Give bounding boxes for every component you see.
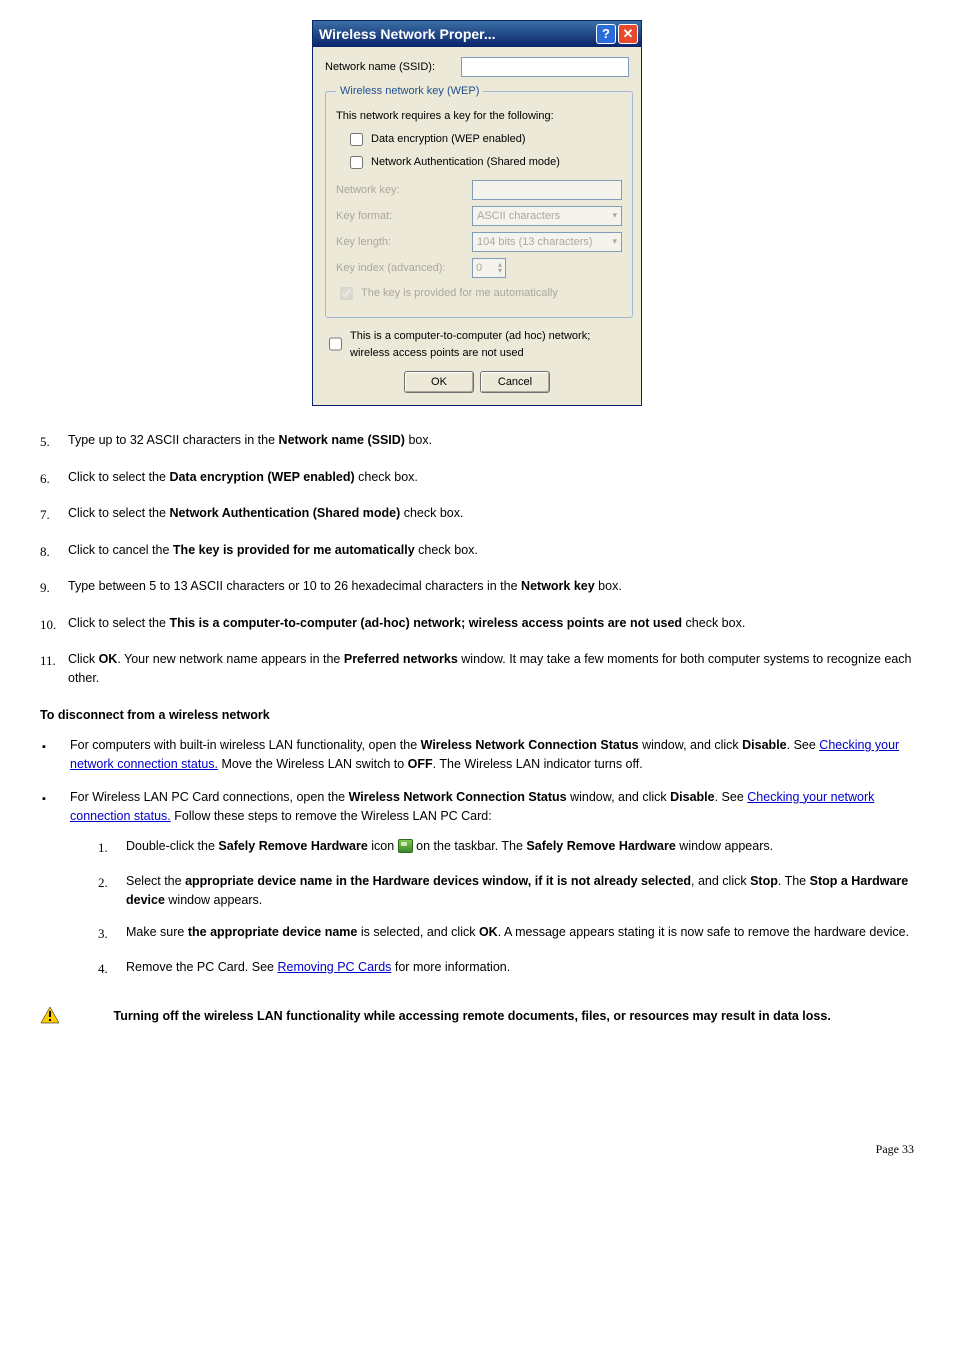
- substep-text: Make sure the appropriate device name is…: [126, 923, 914, 944]
- dialog-screenshot: Wireless Network Proper... ? ✕ Network n…: [40, 20, 914, 406]
- bullet-list: ▪For computers with built-in wireless LA…: [42, 736, 914, 992]
- instruction-item: 5.Type up to 32 ASCII characters in the …: [40, 431, 914, 452]
- substep-number: 3.: [98, 923, 126, 944]
- cancel-button[interactable]: Cancel: [480, 371, 550, 393]
- tray-icon: [398, 839, 413, 853]
- requires-text: This network requires a key for the foll…: [336, 108, 622, 125]
- key-format-select: ASCII characters ▾: [472, 206, 622, 226]
- step-number: 11.: [40, 650, 68, 688]
- substep-number: 2.: [98, 872, 126, 910]
- disconnect-heading: To disconnect from a wireless network: [40, 706, 914, 725]
- instruction-item: 9.Type between 5 to 13 ASCII characters …: [40, 577, 914, 598]
- step-text: Click to select the Data encryption (WEP…: [68, 468, 914, 489]
- key-index-spinner: 0 ▴▾: [472, 258, 506, 278]
- instruction-item: 10.Click to select the This is a compute…: [40, 614, 914, 635]
- close-button[interactable]: ✕: [618, 24, 638, 44]
- step-number: 5.: [40, 431, 68, 452]
- ssid-label: Network name (SSID):: [325, 59, 455, 76]
- bullet-item: ▪For computers with built-in wireless LA…: [42, 736, 914, 774]
- substep-text: Double-click the Safely Remove Hardware …: [126, 837, 914, 858]
- instruction-item: 6.Click to select the Data encryption (W…: [40, 468, 914, 489]
- wep-legend: Wireless network key (WEP): [336, 83, 483, 100]
- substep-text: Remove the PC Card. See Removing PC Card…: [126, 958, 914, 979]
- network-auth-checkbox[interactable]: [350, 156, 363, 169]
- network-key-label: Network key:: [336, 182, 466, 199]
- step-number: 9.: [40, 577, 68, 598]
- network-key-input: [472, 180, 622, 200]
- key-format-label: Key format:: [336, 208, 466, 225]
- ok-button[interactable]: OK: [404, 371, 474, 393]
- instruction-list: 5.Type up to 32 ASCII characters in the …: [40, 431, 914, 688]
- step-text: Click to cancel the The key is provided …: [68, 541, 914, 562]
- warning-text: Turning off the wireless LAN functionali…: [113, 1009, 830, 1023]
- step-number: 10.: [40, 614, 68, 635]
- step-text: Type up to 32 ASCII characters in the Ne…: [68, 431, 914, 452]
- auto-key-label: The key is provided for me automatically: [361, 285, 558, 302]
- chevron-down-icon: ▾: [612, 209, 617, 223]
- substep-item: 2.Select the appropriate device name in …: [98, 872, 914, 910]
- bullet-text: For computers with built-in wireless LAN…: [70, 736, 914, 774]
- key-index-label: Key index (advanced):: [336, 260, 466, 277]
- step-text: Click to select the Network Authenticati…: [68, 504, 914, 525]
- substep-number: 4.: [98, 958, 126, 979]
- window-title: Wireless Network Proper...: [319, 24, 496, 45]
- data-encryption-checkbox[interactable]: [350, 133, 363, 146]
- page-number: Page 33: [40, 1140, 914, 1158]
- substep-text: Select the appropriate device name in th…: [126, 872, 914, 910]
- step-number: 7.: [40, 504, 68, 525]
- key-length-select: 104 bits (13 characters) ▾: [472, 232, 622, 252]
- bullet-item: ▪For Wireless LAN PC Card connections, o…: [42, 788, 914, 993]
- adhoc-label: This is a computer-to-computer (ad hoc) …: [350, 328, 629, 361]
- step-text: Type between 5 to 13 ASCII characters or…: [68, 577, 914, 598]
- auto-key-checkbox: [340, 287, 353, 300]
- substep-item: 3.Make sure the appropriate device name …: [98, 923, 914, 944]
- instruction-item: 11.Click OK. Your new network name appea…: [40, 650, 914, 688]
- step-number: 8.: [40, 541, 68, 562]
- step-number: 6.: [40, 468, 68, 489]
- warning-block: Turning off the wireless LAN functionali…: [40, 1006, 914, 1030]
- instruction-item: 7.Click to select the Network Authentica…: [40, 504, 914, 525]
- data-encryption-label: Data encryption (WEP enabled): [371, 131, 526, 148]
- network-auth-label: Network Authentication (Shared mode): [371, 154, 560, 171]
- titlebar: Wireless Network Proper... ? ✕: [313, 21, 641, 47]
- help-button[interactable]: ?: [596, 24, 616, 44]
- warning-icon: [40, 1013, 63, 1027]
- step-text: Click to select the This is a computer-t…: [68, 614, 914, 635]
- substep-number: 1.: [98, 837, 126, 858]
- substep-list: 1.Double-click the Safely Remove Hardwar…: [98, 837, 914, 978]
- chevron-down-icon: ▾: [612, 235, 617, 249]
- instruction-item: 8.Click to cancel the The key is provide…: [40, 541, 914, 562]
- key-length-label: Key length:: [336, 234, 466, 251]
- substep-item: 1.Double-click the Safely Remove Hardwar…: [98, 837, 914, 858]
- bullet-text: For Wireless LAN PC Card connections, op…: [70, 788, 914, 993]
- ssid-input[interactable]: [461, 57, 629, 77]
- step-text: Click OK. Your new network name appears …: [68, 650, 914, 688]
- adhoc-checkbox[interactable]: [329, 330, 342, 358]
- bullet-icon: ▪: [42, 788, 70, 993]
- bullet-icon: ▪: [42, 736, 70, 774]
- substep-item: 4.Remove the PC Card. See Removing PC Ca…: [98, 958, 914, 979]
- wep-fieldset: Wireless network key (WEP) This network …: [325, 83, 633, 318]
- wireless-properties-dialog: Wireless Network Proper... ? ✕ Network n…: [312, 20, 642, 406]
